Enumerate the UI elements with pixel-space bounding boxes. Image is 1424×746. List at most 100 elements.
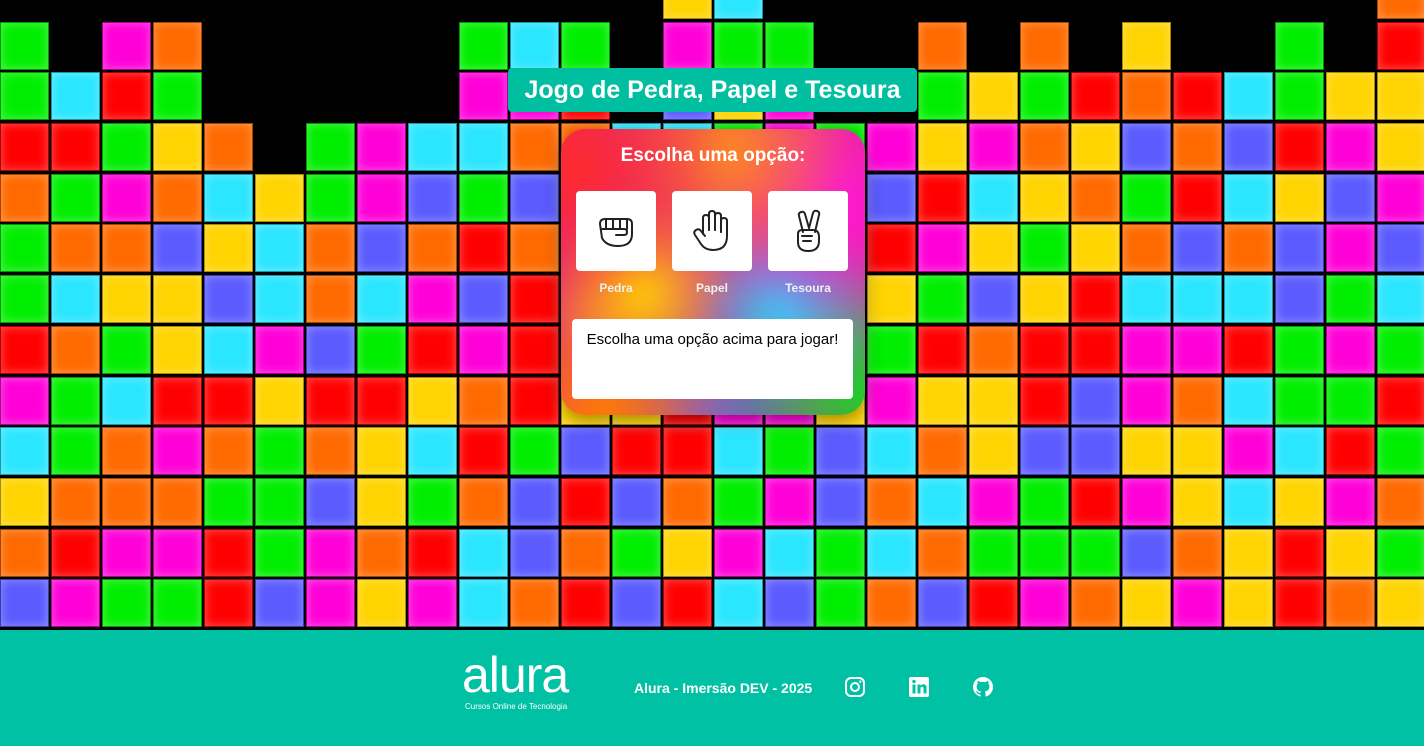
scissors-button[interactable] [768,191,848,271]
background-tile [918,72,967,121]
background-tile [1326,325,1375,374]
background-tile [510,173,559,222]
background-tile [1122,325,1171,374]
page-title: Jogo de Pedra, Papel e Tesoura [508,68,917,112]
choose-heading: Escolha uma opção: [620,145,806,166]
background-tile [1275,427,1324,476]
background-tile [1326,173,1375,222]
background-tile [1377,325,1424,374]
background-tile [1071,579,1120,628]
background-tile [1224,123,1273,171]
background-tile [561,528,610,577]
background-tile [408,123,457,171]
paper-button[interactable] [672,191,752,271]
background-tile [1173,528,1222,577]
background-tile [102,224,151,273]
background-tile [102,72,151,121]
background-tile [1173,72,1222,121]
background-tile [969,427,1018,476]
background-tile [102,123,151,171]
background-tile [1071,325,1120,374]
background-tile [1275,224,1324,273]
background-tile [255,579,304,628]
linkedin-icon[interactable] [907,675,931,699]
background-tile [1224,224,1273,273]
background-tile [1122,123,1171,171]
background-tile [153,325,202,374]
background-tile [1020,427,1069,476]
background-tile [1122,579,1171,628]
background-tile [510,579,559,628]
background-tile [561,579,610,628]
background-tile [51,123,100,171]
background-tile [867,376,916,425]
rock-button[interactable] [576,191,656,271]
background-tile [714,427,763,476]
background-tile [1275,528,1324,577]
background-tile [204,528,253,577]
background-tile [357,275,406,324]
background-tile [459,528,508,577]
background-tile [306,275,355,324]
background-tile [1173,579,1222,628]
background-tile [459,72,508,121]
background-tile [0,224,49,273]
background-tile [51,427,100,476]
background-tile [153,72,202,121]
background-tile [969,72,1018,121]
peace-hand-icon [797,209,821,252]
background-tile [1224,376,1273,425]
background-tile [1224,528,1273,577]
background-tile [408,579,457,628]
background-tile [1071,376,1120,425]
background-tile [714,528,763,577]
instagram-icon[interactable] [843,675,867,699]
background-tile [0,528,49,577]
background-tile [0,477,49,526]
footer: alura Cursos Online de Tecnologia Alura … [0,630,1424,746]
background-tile [1377,427,1424,476]
background-tile [459,376,508,425]
background-tile [1122,224,1171,273]
background-tile [1377,21,1424,70]
background-tile [102,275,151,324]
background-tile [1122,275,1171,324]
github-icon[interactable] [971,675,995,699]
background-tile [0,21,49,70]
background-tile [459,173,508,222]
background-tile [1326,528,1375,577]
background-tile [1377,528,1424,577]
background-tile [1377,173,1424,222]
background-tile [102,579,151,628]
background-tile [1326,477,1375,526]
background-tile [0,123,49,171]
background-tile [153,579,202,628]
background-tile [255,173,304,222]
background-tile [1275,123,1324,171]
background-tile [1377,72,1424,121]
background-tile [510,123,559,171]
background-tile [102,21,151,70]
logo-tagline: Cursos Online de Tecnologia [465,702,568,711]
background-tile [1071,224,1120,273]
background-tile [969,275,1018,324]
background-tile [867,123,916,171]
background-tile [153,528,202,577]
background-tile [153,427,202,476]
background-tile [1173,477,1222,526]
background-tile [0,427,49,476]
background-tile [459,427,508,476]
background-tile [765,477,814,526]
background-tile [816,528,865,577]
open-hand-icon [693,210,728,251]
background-tile [408,528,457,577]
background-tile [153,224,202,273]
background-tile [1224,579,1273,628]
background-tile [918,579,967,628]
result-message: Escolha uma opção acima para jogar! [572,319,853,399]
background-tile [51,275,100,324]
alura-logo[interactable]: alura Cursos Online de Tecnologia [462,648,572,712]
background-tile [459,123,508,171]
background-tile [867,427,916,476]
background-tile [1377,477,1424,526]
